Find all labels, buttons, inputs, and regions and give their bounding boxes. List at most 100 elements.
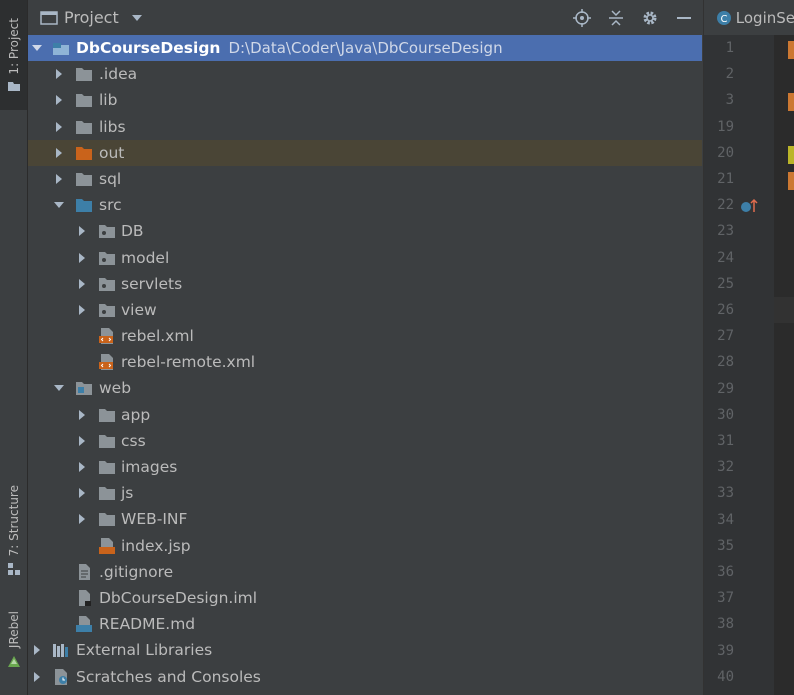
- gear-icon[interactable]: [640, 8, 660, 28]
- collapsed-arrow-icon[interactable]: [75, 271, 89, 297]
- jrebel-tool-tab[interactable]: JRebel: [0, 605, 27, 675]
- hide-icon[interactable]: [674, 8, 694, 28]
- tree-node-label: rebel.xml: [121, 327, 194, 346]
- collapsed-arrow-icon[interactable]: [52, 140, 66, 166]
- editor-tab[interactable]: C LoginSe: [704, 0, 794, 36]
- tree-node-label: .gitignore: [99, 562, 174, 581]
- tree-node-label: servlets: [121, 274, 183, 293]
- tree-node-servlets[interactable]: servlets: [28, 271, 702, 297]
- collapsed-arrow-icon[interactable]: [75, 506, 89, 532]
- package-icon: [99, 251, 115, 265]
- iml-file-icon: [79, 589, 91, 606]
- xml-file-icon: [99, 328, 113, 345]
- tree-node-web-inf[interactable]: WEB-INF: [28, 506, 702, 532]
- line-number: 28: [717, 354, 734, 371]
- project-view-icon: [40, 10, 58, 25]
- tree-node-app[interactable]: app: [28, 402, 702, 428]
- tree-node-external-libraries[interactable]: External Libraries: [28, 637, 702, 663]
- tree-node-model[interactable]: model: [28, 245, 702, 271]
- tree-node-lib[interactable]: lib: [28, 87, 702, 113]
- collapsed-arrow-icon[interactable]: [75, 428, 89, 454]
- tree-node-scratches[interactable]: Scratches and Consoles: [28, 664, 702, 690]
- collapse-all-icon[interactable]: [606, 8, 626, 28]
- collapsed-arrow-icon[interactable]: [52, 166, 66, 192]
- tree-node-view[interactable]: view: [28, 297, 702, 323]
- collapsed-arrow-icon[interactable]: [75, 297, 89, 323]
- tree-node-label: images: [121, 458, 178, 476]
- web-folder-icon: [76, 382, 92, 396]
- tree-node-rebel-xml[interactable]: rebel.xml: [28, 323, 702, 349]
- project-tool-tab-label: 1: Project: [6, 17, 21, 75]
- expanded-arrow-icon[interactable]: [52, 192, 66, 218]
- project-tool-tab[interactable]: 1: Project: [0, 0, 27, 110]
- tree-node-db[interactable]: DB: [28, 218, 702, 244]
- collapsed-arrow-icon[interactable]: [30, 664, 44, 690]
- tree-node-label: rebel-remote.xml: [121, 353, 256, 372]
- tree-node-css[interactable]: css: [28, 428, 702, 454]
- project-tree: DbCourseDesign D:\Data\Coder\Java\DbCours…: [28, 35, 702, 690]
- project-panel: Project DbCourseDesign D:\Data\Coder\Java…: [28, 0, 702, 695]
- tree-node-label: Scratches and Consoles: [76, 667, 261, 686]
- libraries-icon: [53, 644, 68, 658]
- tree-node-label: css: [121, 431, 146, 450]
- view-selector[interactable]: Project: [40, 0, 143, 35]
- tree-node-gitignore[interactable]: .gitignore: [28, 559, 702, 585]
- tree-node-src[interactable]: src: [28, 192, 702, 218]
- collapsed-arrow-icon[interactable]: [75, 480, 89, 506]
- tree-node-label: .idea: [99, 65, 138, 84]
- tree-node-index-jsp[interactable]: index.jsp: [28, 533, 702, 559]
- excluded-folder-icon: [76, 146, 92, 160]
- expanded-arrow-icon[interactable]: [52, 375, 66, 401]
- tree-node-web[interactable]: web: [28, 375, 702, 401]
- tree-node-rebel-remote-xml[interactable]: rebel-remote.xml: [28, 349, 702, 375]
- expanded-arrow-icon[interactable]: [30, 35, 44, 61]
- class-icon: C: [717, 10, 731, 25]
- xml-file-icon: [99, 354, 113, 371]
- collapsed-arrow-icon[interactable]: [52, 61, 66, 87]
- tree-node-label: External Libraries: [76, 641, 213, 660]
- folder-icon: [99, 434, 115, 448]
- folder-icon: [99, 513, 115, 527]
- collapsed-arrow-icon[interactable]: [30, 637, 44, 663]
- tree-node-js[interactable]: js: [28, 480, 702, 506]
- tool-window-strip: 1: Project 7: Structure JRebel: [0, 0, 28, 695]
- code-area[interactable]: [774, 35, 794, 695]
- locate-icon[interactable]: [572, 8, 592, 28]
- line-number: 19: [717, 118, 734, 135]
- tree-node-root[interactable]: DbCourseDesign D:\Data\Coder\Java\DbCours…: [28, 35, 702, 62]
- tree-node-libs[interactable]: libs: [28, 114, 702, 140]
- override-marker-icon[interactable]: [740, 198, 760, 218]
- folder-icon: [99, 487, 115, 501]
- collapsed-arrow-icon[interactable]: [52, 87, 66, 113]
- tree-node-images[interactable]: images: [28, 454, 702, 480]
- source-folder-icon: [76, 199, 92, 213]
- line-number: 37: [717, 590, 734, 607]
- folder-icon: [76, 94, 92, 108]
- tree-node-readme[interactable]: README.md: [28, 611, 702, 637]
- structure-icon: [7, 563, 20, 576]
- module-path: D:\Data\Coder\Java\DbCourseDesign: [228, 39, 503, 57]
- collapsed-arrow-icon[interactable]: [75, 218, 89, 244]
- tree-node-out[interactable]: out: [28, 139, 702, 166]
- line-number: 2: [725, 66, 734, 83]
- line-number: 29: [717, 380, 734, 397]
- tree-node-sql[interactable]: sql: [28, 166, 702, 192]
- jrebel-icon: [7, 655, 20, 667]
- line-number: 1: [725, 40, 734, 56]
- collapsed-arrow-icon[interactable]: [52, 114, 66, 140]
- collapsed-arrow-icon[interactable]: [75, 454, 89, 480]
- line-number: 34: [717, 511, 734, 528]
- structure-tool-tab[interactable]: 7: Structure: [0, 478, 27, 583]
- collapsed-arrow-icon[interactable]: [75, 402, 89, 428]
- collapsed-arrow-icon[interactable]: [75, 245, 89, 271]
- tree-node-label: view: [121, 300, 157, 319]
- tree-node-label: src: [99, 196, 122, 215]
- svg-text:C: C: [721, 14, 728, 25]
- line-number: 38: [717, 616, 734, 633]
- tree-node-idea[interactable]: .idea: [28, 61, 702, 87]
- line-number: 40: [717, 668, 734, 685]
- tree-node-label: lib: [99, 91, 118, 110]
- package-icon: [99, 277, 115, 291]
- line-number: 21: [717, 171, 734, 187]
- tree-node-iml[interactable]: DbCourseDesign.iml: [28, 585, 702, 611]
